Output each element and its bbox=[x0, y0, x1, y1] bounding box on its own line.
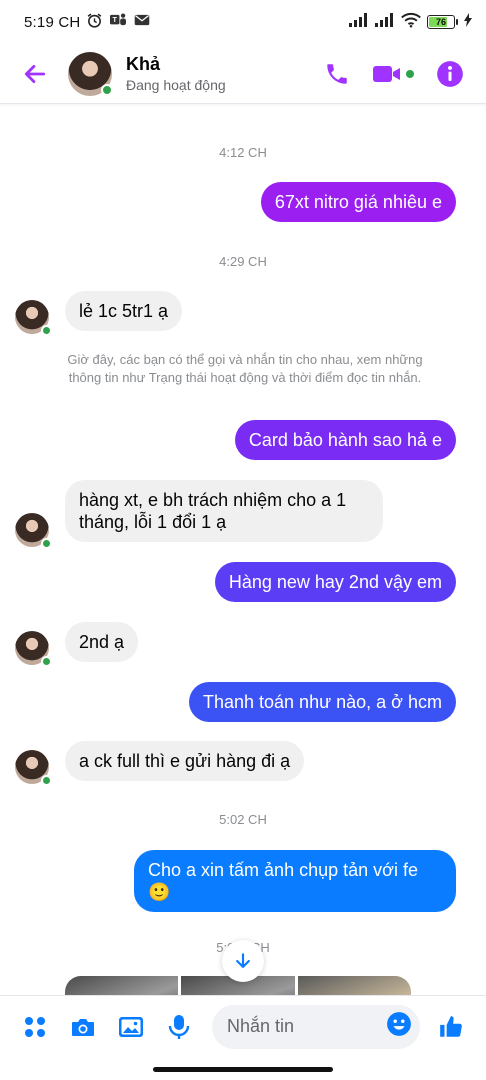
message-incoming[interactable]: hàng xt, e bh trách nhiệm cho a 1 tháng,… bbox=[65, 480, 383, 542]
contact-name: Khả bbox=[126, 54, 161, 74]
charging-icon bbox=[464, 13, 472, 31]
avatar[interactable] bbox=[68, 51, 113, 96]
timestamp: 5:02 CH bbox=[219, 812, 267, 827]
alarm-icon bbox=[86, 12, 103, 33]
signal-icon-2 bbox=[375, 13, 395, 31]
arrow-down-icon bbox=[236, 953, 250, 968]
phone-icon bbox=[327, 63, 347, 84]
thumbs-up-icon bbox=[440, 1015, 462, 1037]
message-input-placeholder: Nhắn tin bbox=[227, 1016, 295, 1036]
photo-thumbnail[interactable] bbox=[65, 976, 179, 995]
camera-icon bbox=[72, 1018, 94, 1036]
online-indicator bbox=[41, 325, 52, 336]
message-incoming[interactable]: 2nd ạ bbox=[65, 622, 139, 662]
contact-info[interactable]: Khả Đang hoạt động bbox=[126, 54, 226, 93]
back-button[interactable] bbox=[16, 55, 54, 93]
voice-message-button[interactable] bbox=[166, 1014, 192, 1040]
smiley-icon bbox=[387, 1012, 411, 1036]
emoji-button[interactable] bbox=[386, 1011, 412, 1042]
teams-icon: T bbox=[109, 12, 127, 32]
info-button[interactable] bbox=[436, 60, 464, 88]
contact-status: Đang hoạt động bbox=[126, 77, 226, 93]
message-incoming[interactable]: a ck full thì e gửi hàng đi ạ bbox=[65, 741, 305, 781]
message-outgoing[interactable]: Card bảo hành sao hả e bbox=[234, 420, 456, 460]
signal-icon bbox=[349, 13, 369, 31]
video-online-dot bbox=[406, 69, 414, 78]
avatar[interactable] bbox=[15, 300, 52, 336]
avatar[interactable] bbox=[15, 513, 52, 549]
timestamp: 4:12 CH bbox=[219, 145, 267, 160]
camera-button[interactable] bbox=[70, 1014, 96, 1040]
info-icon bbox=[437, 60, 463, 87]
battery-level: 76 bbox=[435, 17, 446, 27]
mail-icon bbox=[133, 12, 151, 32]
avatar[interactable] bbox=[15, 631, 52, 667]
menu-button[interactable] bbox=[22, 1014, 48, 1040]
like-button[interactable] bbox=[438, 1014, 464, 1040]
grid-menu-icon bbox=[25, 1016, 45, 1037]
home-indicator[interactable] bbox=[153, 1067, 333, 1072]
message-input[interactable]: Nhắn tin bbox=[212, 1004, 420, 1049]
connection-notice: Giờ đây, các bạn có thể gọi và nhắn tin … bbox=[67, 352, 423, 385]
avatar[interactable] bbox=[15, 750, 52, 786]
message-incoming[interactable]: lẻ 1c 5tr1 ạ bbox=[65, 291, 183, 331]
timestamp: 4:29 CH bbox=[219, 254, 267, 269]
battery-icon: 76 bbox=[427, 15, 458, 29]
video-call-button[interactable] bbox=[372, 62, 414, 86]
svg-text:T: T bbox=[113, 15, 118, 24]
message-outgoing[interactable]: Cho a xin tấm ảnh chụp tản với fe 🙂 bbox=[134, 850, 456, 912]
message-outgoing[interactable]: Thanh toán như nào, a ở hcm bbox=[188, 682, 456, 722]
video-camera-icon bbox=[373, 65, 400, 82]
gallery-button[interactable] bbox=[118, 1014, 144, 1040]
voice-call-button[interactable] bbox=[324, 61, 350, 87]
arrow-left-icon bbox=[24, 64, 46, 83]
status-time: 5:19 CH bbox=[24, 13, 81, 31]
message-list[interactable]: 4:12 CH 67xt nitro giá nhiêu e 4:29 CH l… bbox=[0, 105, 486, 995]
photo-thumbnail[interactable] bbox=[297, 976, 411, 995]
online-indicator bbox=[101, 83, 113, 96]
message-outgoing[interactable]: 67xt nitro giá nhiêu e bbox=[260, 182, 456, 222]
chat-header: Khả Đang hoạt động bbox=[0, 44, 486, 104]
online-indicator bbox=[41, 656, 52, 667]
status-bar: 5:19 CH T 76 bbox=[0, 0, 486, 44]
message-composer: Nhắn tin bbox=[0, 995, 486, 1057]
online-indicator bbox=[41, 538, 52, 549]
wifi-icon bbox=[401, 12, 421, 32]
online-indicator bbox=[41, 775, 52, 786]
message-outgoing[interactable]: Hàng new hay 2nd vậy em bbox=[214, 562, 456, 602]
scroll-to-bottom-button[interactable] bbox=[222, 940, 264, 982]
microphone-icon bbox=[168, 1014, 190, 1039]
image-icon bbox=[119, 1016, 143, 1037]
